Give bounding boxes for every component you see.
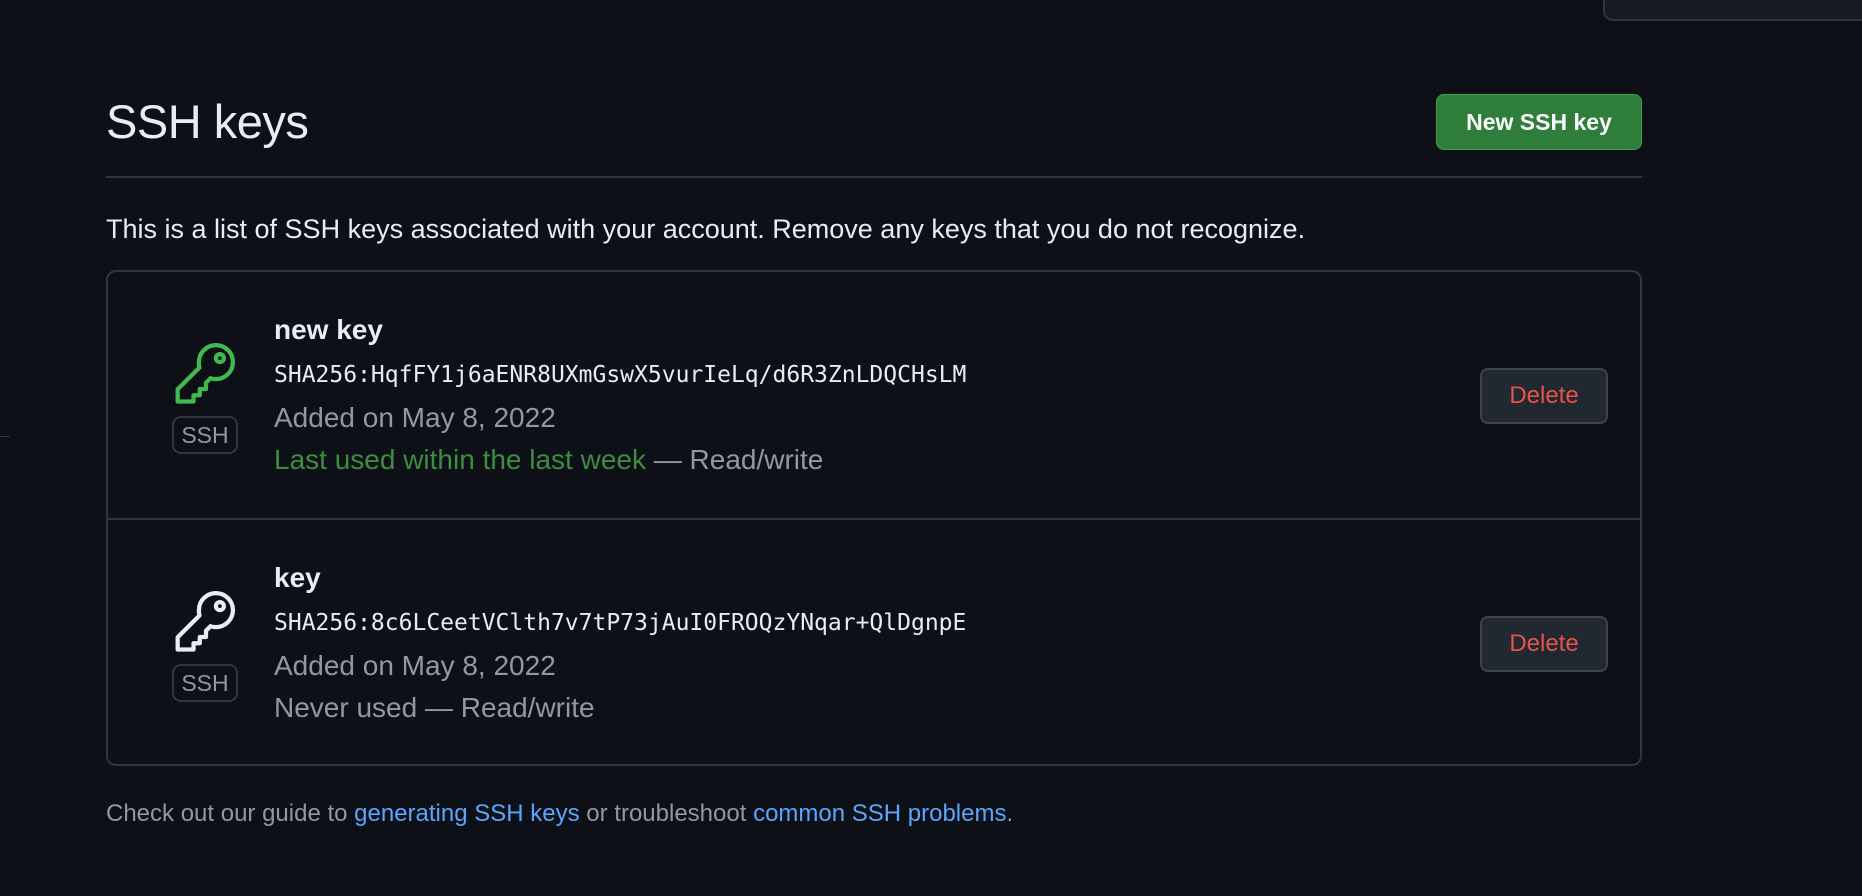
top-right-menu-button[interactable] <box>1603 0 1862 21</box>
key-usage: Last used within the last week — Read/wr… <box>274 444 823 476</box>
key-fingerprint: SHA256:8c6LCeetVClth7v7tP73jAuI0FROQzYNq… <box>274 610 967 636</box>
new-ssh-key-button[interactable]: New SSH key <box>1436 94 1642 150</box>
ssh-keys-page: SSH keys New SSH key This is a list of S… <box>0 0 1862 896</box>
delete-key-button[interactable]: Delete <box>1480 616 1608 672</box>
ssh-key-row: SSH new key SHA256:HqfFY1j6aENR8UXmGswX5… <box>108 272 1640 520</box>
page-title: SSH keys <box>106 95 309 148</box>
common-ssh-problems-link[interactable]: common SSH problems <box>753 800 1006 827</box>
last-used-status: Never used <box>274 692 418 723</box>
key-icon <box>175 342 236 404</box>
generating-ssh-keys-link[interactable]: generating SSH keys <box>354 800 579 827</box>
key-added-date: Added on May 8, 2022 <box>274 650 556 681</box>
ssh-type-badge: SSH <box>172 664 238 702</box>
page-description: This is a list of SSH keys associated wi… <box>106 214 1306 244</box>
key-fingerprint: SHA256:HqfFY1j6aENR8UXmGswX5vurIeLq/d6R3… <box>274 362 967 388</box>
page-header: SSH keys New SSH key <box>106 94 1642 178</box>
key-usage: Never used — Read/write <box>274 692 595 724</box>
ssh-key-list: SSH new key SHA256:HqfFY1j6aENR8UXmGswX5… <box>106 270 1642 766</box>
key-added-date: Added on May 8, 2022 <box>274 402 556 433</box>
help-footer: Check out our guide to generating SSH ke… <box>106 800 1013 828</box>
sidebar-edge-divider <box>0 436 10 437</box>
footer-suffix: . <box>1006 800 1014 827</box>
ssh-type-badge: SSH <box>172 416 238 454</box>
key-title: key <box>274 562 321 593</box>
ssh-key-row: SSH key SHA256:8c6LCeetVClth7v7tP73jAuI0… <box>108 520 1640 766</box>
delete-key-button[interactable]: Delete <box>1480 368 1608 424</box>
footer-prefix: Check out our guide to <box>106 800 355 827</box>
access-level: — Read/write <box>645 444 824 475</box>
key-title: new key <box>274 314 383 345</box>
footer-middle: or troubleshoot <box>579 800 754 827</box>
key-icon <box>175 590 236 652</box>
last-used-status: Last used within the last week <box>274 444 646 475</box>
access-level: — Read/write <box>417 692 595 723</box>
